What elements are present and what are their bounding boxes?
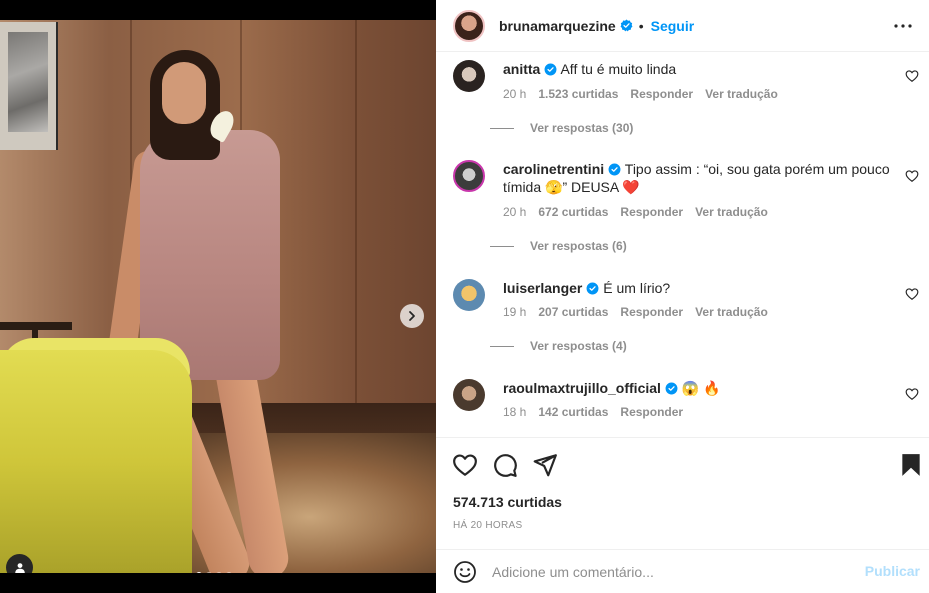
comment-item: luiserlanger É um lírio? 19 h 207 curtid…	[453, 279, 923, 339]
comment-time[interactable]: 19 h	[503, 305, 526, 319]
comment-body: luiserlanger É um lírio?	[503, 279, 903, 297]
add-comment-bar: Publicar	[436, 549, 929, 593]
comment-likes[interactable]: 142 curtidas	[538, 405, 608, 419]
comment-likes[interactable]: 672 curtidas	[538, 205, 608, 219]
comment-time[interactable]: 20 h	[503, 205, 526, 219]
comment-text: 😱 🔥	[681, 380, 721, 396]
view-replies-label: Ver respostas (4)	[530, 339, 627, 353]
comment-like-icon[interactable]	[905, 169, 919, 183]
post-timestamp[interactable]: HÁ 20 HORAS	[453, 520, 522, 531]
separator-dot: •	[638, 17, 644, 34]
user-tag-icon	[14, 562, 25, 573]
verified-badge-icon	[544, 63, 557, 76]
instagram-post-modal: brunamarquezine • Seguir anitta Aff tu é…	[0, 0, 929, 593]
comment-time[interactable]: 20 h	[503, 87, 526, 101]
comment-avatar[interactable]	[453, 60, 485, 92]
comment-input[interactable]	[492, 560, 852, 584]
author-avatar[interactable]	[453, 9, 485, 42]
comment-avatar[interactable]	[453, 160, 485, 192]
view-replies-label: Ver respostas (6)	[530, 239, 627, 253]
view-replies-button[interactable]: Ver respostas (30)	[490, 121, 633, 135]
comment-like-icon[interactable]	[905, 69, 919, 83]
yellow-chair	[0, 350, 192, 573]
comment-item: raoulmaxtrujillo_official 😱 🔥 18 h 142 c…	[453, 379, 923, 437]
view-replies-button[interactable]: Ver respostas (4)	[490, 339, 627, 353]
comments-list[interactable]: anitta Aff tu é muito linda 20 h 1.523 c…	[436, 53, 929, 437]
comment-text: Aff tu é muito linda	[560, 61, 677, 77]
translate-button[interactable]: Ver tradução	[705, 87, 778, 101]
view-replies-button[interactable]: Ver respostas (6)	[490, 239, 627, 253]
verified-badge-icon	[620, 19, 633, 32]
carousel-next-button[interactable]	[400, 304, 424, 328]
carousel-dot	[196, 572, 202, 573]
comment-avatar[interactable]	[453, 279, 485, 311]
reply-button[interactable]: Responder	[630, 87, 693, 101]
comment-meta: 20 h 1.523 curtidas Responder Ver traduç…	[503, 87, 778, 101]
bookmark-icon[interactable]	[898, 452, 924, 478]
more-icon	[894, 24, 912, 28]
post-image[interactable]	[0, 20, 436, 573]
follow-button[interactable]: Seguir	[651, 18, 695, 34]
comment-body: raoulmaxtrujillo_official 😱 🔥	[503, 379, 903, 397]
comment-body: anitta Aff tu é muito linda	[503, 60, 903, 78]
comment-username[interactable]: luiserlanger	[503, 280, 582, 296]
heart-icon[interactable]	[452, 452, 478, 478]
likes-count[interactable]: 574.713 curtidas	[453, 494, 562, 510]
post-side-panel: brunamarquezine • Seguir anitta Aff tu é…	[436, 0, 929, 593]
comment-username[interactable]: anitta	[503, 61, 540, 77]
wall-artwork	[0, 22, 58, 150]
comment-meta: 20 h 672 curtidas Responder Ver tradução	[503, 205, 768, 219]
verified-badge-icon	[608, 163, 621, 176]
send-icon[interactable]	[532, 452, 558, 478]
carousel-dot	[216, 572, 222, 573]
comment-like-icon[interactable]	[905, 387, 919, 401]
view-replies-label: Ver respostas (30)	[530, 121, 634, 135]
comment-body: carolinetrentini Tipo assim : “oi, sou g…	[503, 160, 903, 196]
emoji-icon[interactable]	[453, 560, 477, 584]
comment-likes[interactable]: 1.523 curtidas	[538, 87, 618, 101]
carousel-dot	[226, 572, 232, 573]
author-username[interactable]: brunamarquezine	[499, 18, 616, 34]
post-actions: 574.713 curtidas HÁ 20 HORAS	[436, 437, 929, 549]
comment-meta: 19 h 207 curtidas Responder Ver tradução	[503, 305, 768, 319]
chevron-right-icon	[409, 311, 415, 321]
reply-button[interactable]: Responder	[620, 205, 683, 219]
translate-button[interactable]: Ver tradução	[695, 205, 768, 219]
comment-item: carolinetrentini Tipo assim : “oi, sou g…	[453, 160, 923, 240]
more-options-button[interactable]	[891, 14, 915, 38]
publish-button[interactable]: Publicar	[865, 563, 920, 579]
verified-badge-icon	[665, 382, 678, 395]
reply-button[interactable]: Responder	[620, 305, 683, 319]
comment-avatar[interactable]	[453, 379, 485, 411]
comment-time[interactable]: 18 h	[503, 405, 526, 419]
comment-likes[interactable]: 207 curtidas	[538, 305, 608, 319]
post-header: brunamarquezine • Seguir	[436, 0, 929, 52]
comment-meta: 18 h 142 curtidas Responder	[503, 405, 683, 419]
comment-username[interactable]: raoulmaxtrujillo_official	[503, 380, 661, 396]
carousel-dot	[206, 572, 212, 573]
comment-username[interactable]: carolinetrentini	[503, 161, 604, 177]
verified-badge-icon	[586, 282, 599, 295]
red-heart-emoji: ❤️	[622, 179, 640, 195]
reply-button[interactable]: Responder	[620, 405, 683, 419]
comment-like-icon[interactable]	[905, 287, 919, 301]
translate-button[interactable]: Ver tradução	[695, 305, 768, 319]
carousel-indicator	[196, 572, 232, 573]
comment-text: É um lírio?	[603, 280, 671, 296]
comment-icon[interactable]	[492, 452, 518, 478]
